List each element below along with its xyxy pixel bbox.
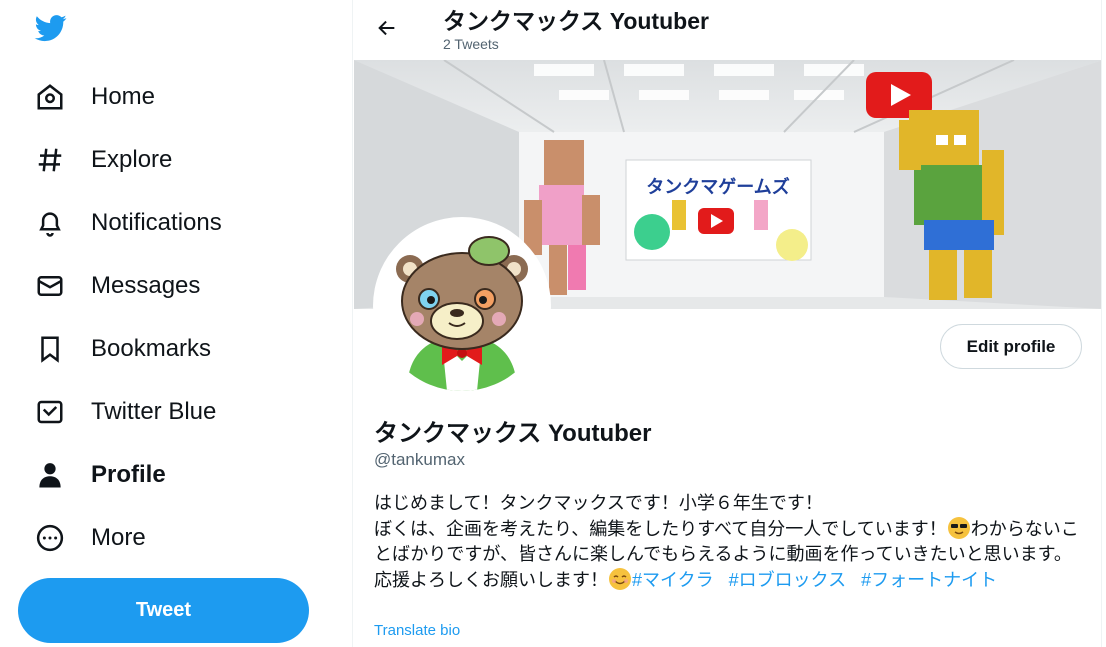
sidebar-item-label: Profile	[91, 461, 166, 488]
display-name: タンクマックス Youtuber	[374, 420, 652, 447]
sidebar-item-notifications[interactable]: Notifications	[30, 201, 222, 245]
profile-header: タンクマックス Youtuber 2 Tweets	[353, 0, 1101, 60]
sidebar-item-label: Twitter Blue	[91, 398, 217, 425]
sidebar-item-home[interactable]: Home	[30, 75, 155, 119]
profile-column: タンクマックス Youtuber 2 Tweets タンクマゲームズ Edit …	[352, 0, 1102, 647]
envelope-icon	[30, 266, 70, 306]
edit-profile-button[interactable]: Edit profile	[940, 324, 1082, 369]
page-title: タンクマックス Youtuber	[443, 8, 709, 34]
sunglasses-emoji-icon	[947, 516, 970, 539]
sidebar-item-label: Notifications	[91, 209, 222, 236]
smiling-emoji-icon	[609, 567, 631, 590]
sidebar-item-more[interactable]: More	[30, 516, 146, 560]
banner-sign-text: タンクマゲームズ	[646, 176, 789, 198]
back-arrow-icon[interactable]	[369, 10, 405, 46]
twitter-bird-icon[interactable]	[33, 12, 69, 44]
hashtag-link[interactable]: #フォートナイト	[861, 570, 997, 590]
hashtag-icon	[30, 140, 70, 180]
sidebar-item-explore[interactable]: Explore	[30, 138, 172, 182]
user-handle: @tankumax	[374, 450, 465, 469]
sidebar-item-label: Explore	[91, 146, 173, 173]
bell-icon	[30, 203, 70, 243]
sidebar-item-messages[interactable]: Messages	[30, 264, 200, 308]
avatar-image	[377, 221, 547, 391]
bio-line: はじめまして！タンクマックスです！小学６年生です！	[374, 493, 823, 513]
translate-bio-link[interactable]: Translate bio	[374, 622, 460, 639]
tweet-count: 2 Tweets	[443, 36, 499, 52]
sidebar-item-label: Messages	[91, 272, 201, 299]
sidebar-item-label: Home	[91, 83, 156, 110]
sidebar: Home Explore Notifications Messages Book…	[0, 0, 352, 647]
bookmark-icon	[30, 329, 70, 369]
profile-bio: はじめまして！タンクマックスです！小学６年生です！ ぼくは、企画を考えたり、編集…	[374, 491, 1086, 593]
hashtag-link[interactable]: #マイクラ	[632, 570, 714, 590]
more-circle-icon	[30, 518, 70, 558]
bio-line: ぼくは、企画を考えたり、編集をしたりすべて自分一人でしています！	[374, 518, 947, 539]
sidebar-item-twitter-blue[interactable]: Twitter Blue	[30, 390, 216, 434]
twitter-blue-icon	[30, 392, 70, 432]
tweet-button[interactable]: Tweet	[18, 578, 309, 643]
home-icon	[30, 77, 70, 117]
sidebar-item-label: More	[91, 524, 146, 551]
avatar[interactable]	[373, 217, 551, 395]
sidebar-item-label: Bookmarks	[91, 335, 212, 362]
person-icon	[30, 455, 70, 495]
hashtag-link[interactable]: #ロブロックス	[729, 570, 846, 590]
sidebar-item-bookmarks[interactable]: Bookmarks	[30, 327, 211, 371]
sidebar-item-profile[interactable]: Profile	[30, 453, 166, 497]
